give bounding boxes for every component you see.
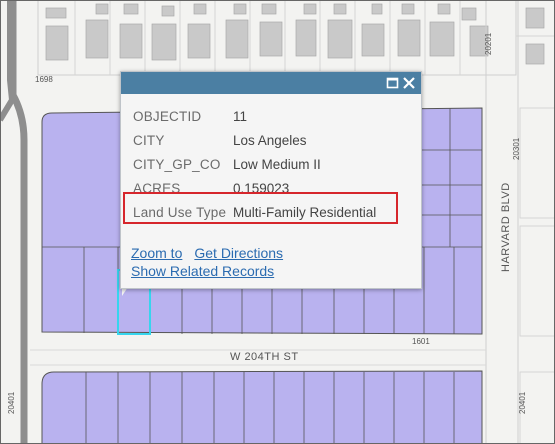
address-label-20401-right: 20401 [518, 391, 527, 414]
address-label-1601: 1601 [412, 337, 430, 346]
attr-row-objectid: OBJECTID 11 [133, 104, 376, 128]
land-use-highlight-box [123, 192, 398, 224]
info-popup: OBJECTID 11 CITY Los Angeles CITY_GP_CO … [120, 71, 422, 289]
popup-header [121, 72, 421, 94]
attr-value: Low Medium II [233, 156, 321, 172]
address-label-20301: 20301 [512, 137, 521, 160]
get-directions-link[interactable]: Get Directions [194, 245, 283, 261]
address-label-1698: 1698 [35, 75, 53, 84]
attr-row-city: CITY Los Angeles [133, 128, 376, 152]
attr-value: Los Angeles [233, 132, 307, 148]
popup-actions: Zoom to Get Directions Show Related Recor… [131, 244, 283, 280]
maximize-icon[interactable] [385, 75, 401, 91]
address-label-20401-left: 20401 [7, 391, 16, 414]
close-icon[interactable] [401, 75, 417, 91]
attr-key: CITY_GP_CO [133, 156, 221, 172]
show-related-records-link[interactable]: Show Related Records [131, 263, 274, 279]
attr-key: OBJECTID [133, 108, 202, 124]
street-label-harvard: HARVARD BLVD [500, 182, 512, 272]
attr-value: 11 [233, 108, 248, 124]
address-label-20201: 20201 [484, 32, 493, 55]
attr-key: CITY [133, 132, 165, 148]
street-label-w204th: W 204TH ST [230, 351, 299, 363]
attr-row-city-gp-co: CITY_GP_CO Low Medium II [133, 152, 376, 176]
zoom-to-link[interactable]: Zoom to [131, 245, 182, 261]
parcel-block-bottom [41, 370, 483, 444]
